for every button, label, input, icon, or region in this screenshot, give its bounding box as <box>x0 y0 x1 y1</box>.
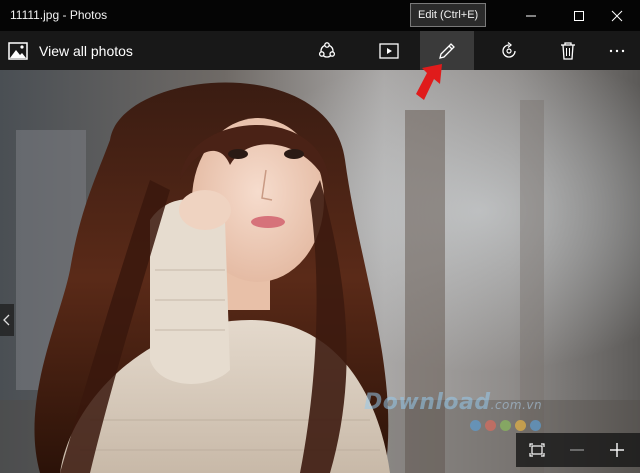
chevron-left-icon <box>3 314 10 326</box>
watermark-suffix: .com.vn <box>490 398 543 412</box>
trash-icon <box>561 41 575 60</box>
edit-tooltip: Edit (Ctrl+E) <box>410 3 487 27</box>
watermark-dot <box>500 420 511 431</box>
more-options-button[interactable] <box>594 31 640 70</box>
zoom-out-button[interactable] <box>558 433 596 467</box>
plus-icon <box>610 443 624 457</box>
zoom-controls <box>516 433 640 467</box>
minimize-icon <box>526 15 536 16</box>
watermark-dot <box>485 420 496 431</box>
more-icon <box>609 49 625 52</box>
title-bar: 11111.jpg - Photos <box>0 0 640 31</box>
share-button[interactable] <box>300 31 354 70</box>
share-icon <box>318 41 336 58</box>
fit-to-window-button[interactable] <box>518 433 556 467</box>
watermark-dots <box>470 420 541 431</box>
maximize-icon <box>574 10 584 21</box>
watermark-dot <box>515 420 526 431</box>
view-all-photos-label: View all photos <box>39 42 133 59</box>
annotation-arrow-icon <box>416 64 442 100</box>
rotate-button[interactable] <box>482 31 536 70</box>
watermark-text: Download <box>364 390 491 415</box>
photo-icon <box>8 41 28 60</box>
close-button[interactable] <box>594 0 640 31</box>
slideshow-button[interactable] <box>362 31 416 70</box>
toolbar: View all photos <box>0 31 640 70</box>
watermark-logo: Download.com.vn <box>364 390 542 415</box>
watermark-dot <box>470 420 481 431</box>
zoom-in-button[interactable] <box>598 433 636 467</box>
slideshow-icon <box>379 42 399 59</box>
view-all-photos-button[interactable]: View all photos <box>8 31 148 70</box>
fit-icon <box>529 443 545 457</box>
minimize-button[interactable] <box>508 0 554 31</box>
photo-image <box>0 70 640 473</box>
pencil-icon <box>439 42 455 59</box>
close-icon <box>611 10 623 21</box>
delete-button[interactable] <box>541 31 595 70</box>
photo-viewer[interactable] <box>0 70 640 473</box>
previous-photo-button[interactable] <box>0 304 14 336</box>
minus-icon <box>570 449 584 451</box>
watermark-dot <box>530 420 541 431</box>
window-title: 11111.jpg - Photos <box>10 8 108 22</box>
rotate-icon <box>502 41 516 58</box>
